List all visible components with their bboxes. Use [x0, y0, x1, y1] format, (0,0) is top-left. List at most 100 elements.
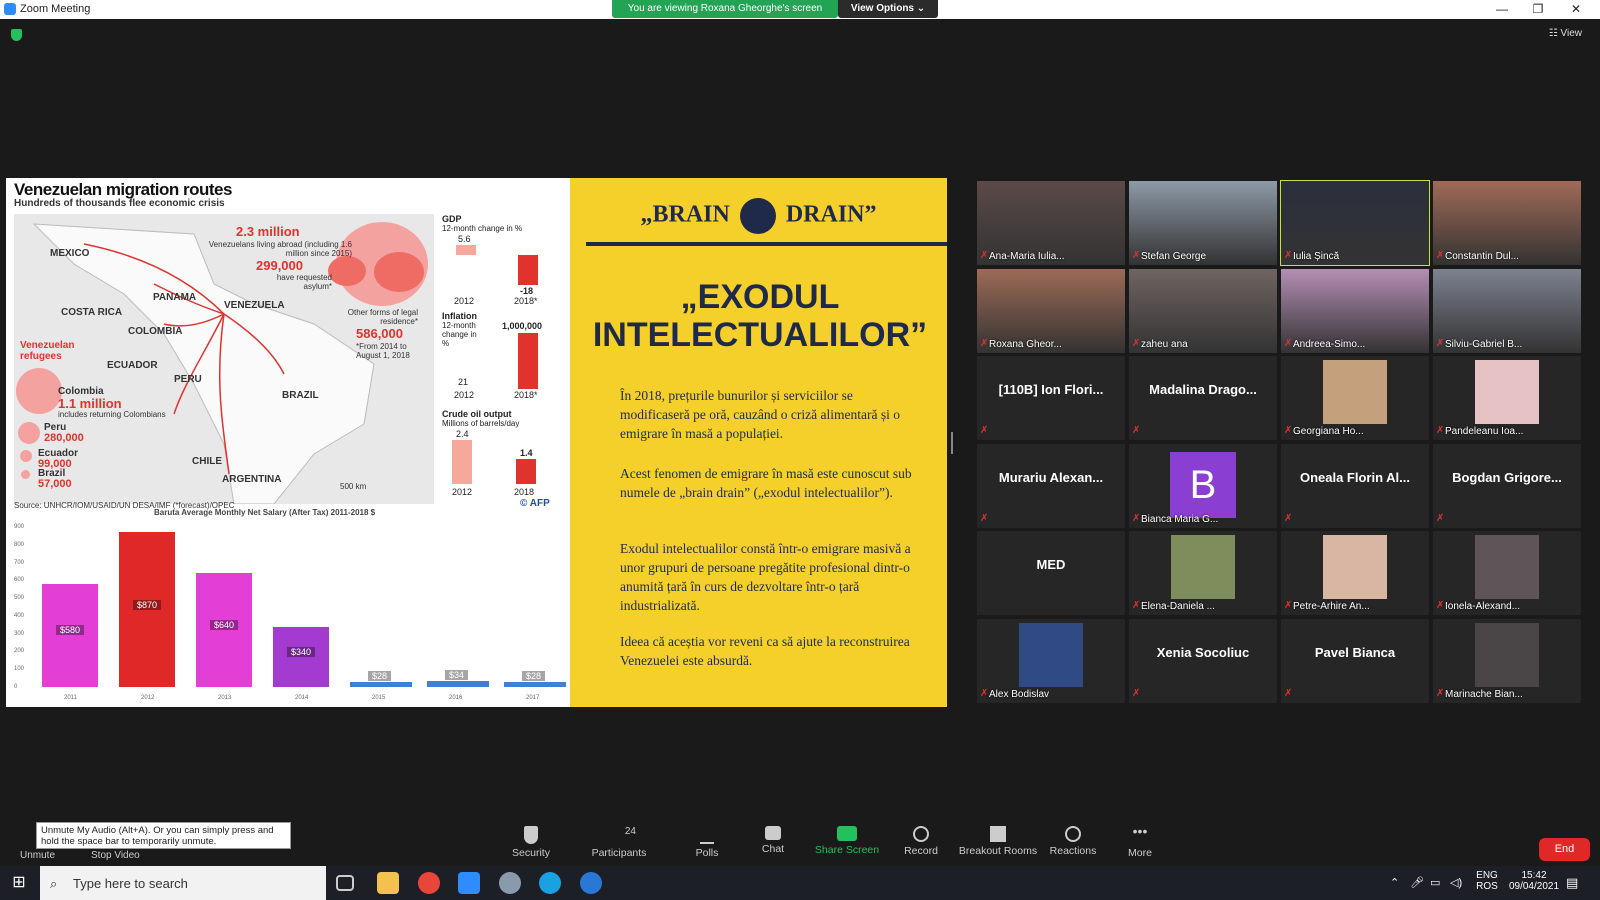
shared-screen: Venezuelan migration routes Hundreds of …: [6, 178, 947, 707]
chat-button[interactable]: Chat: [733, 826, 813, 855]
stat-total-note: Venezuelans living abroad (including 1.6…: [208, 240, 352, 258]
participant-tile[interactable]: Ana-Maria Iulia... ✗: [977, 181, 1125, 265]
restore-button[interactable]: ❐: [1520, 0, 1556, 19]
close-button[interactable]: ✕: [1558, 0, 1594, 19]
tray-expand-icon[interactable]: ⌃: [1390, 876, 1399, 889]
app-icon[interactable]: [499, 872, 521, 894]
windows-taskbar: ⊞ ⌕ Type here to search ⌃ 🎤︎ ▭ ◁) ENG RO…: [0, 866, 1600, 900]
zoom-taskbar-icon[interactable]: [458, 872, 480, 894]
view-button[interactable]: ☷ View: [1549, 28, 1582, 39]
participant-avatar: B: [1170, 451, 1236, 518]
internet-explorer-icon[interactable]: [580, 872, 602, 894]
file-explorer-icon[interactable]: [377, 872, 399, 894]
unmute-button[interactable]: Unmute: [20, 850, 55, 861]
stop-video-button[interactable]: Stop Video: [91, 850, 140, 861]
muted-mic-icon: ✗: [980, 512, 989, 524]
participant-tile[interactable]: Bogdan Grigore... ✗: [1433, 443, 1581, 528]
salary-y-tick: 700: [14, 559, 25, 566]
security-button[interactable]: Security: [491, 826, 571, 859]
bubble-brazil: [21, 470, 30, 479]
end-meeting-button[interactable]: End: [1539, 838, 1590, 861]
lang-2: ROS: [1476, 881, 1498, 892]
participant-tile[interactable]: [110B] Ion Flori... ✗: [977, 356, 1125, 440]
participant-tile[interactable]: Iulia Șincă ✗: [1280, 180, 1430, 266]
record-button[interactable]: Record: [881, 826, 961, 857]
salary-y-tick: 500: [14, 595, 25, 602]
microphone-icon[interactable]: 🎤︎: [1410, 876, 1424, 889]
bar-chart-icon: [700, 826, 714, 844]
participant-tile[interactable]: zaheu ana ✗: [1129, 268, 1277, 353]
infographic-pane: Venezuelan migration routes Hundreds of …: [6, 178, 643, 707]
muted-mic-icon: ✗: [1284, 425, 1293, 436]
salary-bar-label: $870: [133, 599, 162, 610]
participant-tile[interactable]: Petre-Arhire An... ✗: [1281, 531, 1429, 615]
oil-2012-bar: [452, 440, 472, 484]
breakout-rooms-button[interactable]: Breakout Rooms: [958, 826, 1038, 857]
exodus-heading-line2: INTELECTUALILOR”: [592, 316, 928, 354]
task-view-icon[interactable]: [336, 875, 354, 891]
muted-mic-icon: ✗: [1132, 600, 1141, 611]
participant-tile[interactable]: Madalina Drago... ✗: [1129, 356, 1277, 440]
view-options-button[interactable]: View Options ⌄: [838, 0, 938, 18]
participant-photo: [1323, 535, 1387, 599]
participant-tile[interactable]: Silviu-Gabriel B... ✗: [1433, 268, 1581, 353]
smiley-icon: [1065, 826, 1081, 842]
participant-tile[interactable]: Ionela-Alexand... ✗: [1433, 531, 1581, 615]
participant-name: Pavel Bianca: [1314, 644, 1396, 660]
participant-tile[interactable]: B Bianca Maria G... ✗: [1129, 443, 1277, 528]
participant-tile[interactable]: Stefan George ✗: [1129, 181, 1277, 265]
participant-tile[interactable]: MED: [977, 531, 1125, 615]
encryption-shield-icon[interactable]: [11, 29, 22, 41]
gdp-title: GDP: [442, 214, 462, 224]
zoom-app-icon: [4, 3, 16, 15]
salary-x-tick: 2014: [295, 695, 309, 701]
salary-y-tick: 400: [14, 612, 25, 619]
paragraph-1: În 2018, prețurile bunurilor și servicii…: [620, 388, 900, 441]
volume-icon[interactable]: ◁): [1450, 876, 1462, 889]
language-indicator[interactable]: ENG ROS: [1472, 870, 1502, 892]
participant-tile[interactable]: Pavel Bianca ✗: [1281, 618, 1429, 703]
split-resize-handle[interactable]: [951, 432, 953, 454]
participant-tile[interactable]: Andreea-Simo... ✗: [1281, 268, 1429, 353]
map-label-costa-rica: COSTA RICA: [61, 307, 123, 318]
participants-button[interactable]: 24 Participants: [579, 826, 659, 859]
map-label-venezuela: VENEZUELA: [224, 300, 285, 311]
grid-icon: [990, 826, 1006, 842]
participant-tile[interactable]: Constantin Dul... ✗: [1433, 181, 1581, 265]
salary-bar-label: $580: [56, 625, 85, 636]
notifications-icon[interactable]: ▤: [1566, 875, 1578, 891]
participant-name: Oneala Florin Al...: [1299, 469, 1411, 485]
chrome-icon[interactable]: [418, 872, 440, 894]
minimize-button[interactable]: —: [1484, 0, 1520, 19]
participant-tile[interactable]: Oneala Florin Al... ✗: [1281, 443, 1429, 528]
edge-icon[interactable]: [539, 872, 561, 894]
participant-tile[interactable]: Xenia Socoliuc ✗: [1129, 618, 1277, 703]
windows-start-icon[interactable]: ⊞: [0, 866, 38, 900]
more-button[interactable]: ••• More: [1100, 824, 1180, 859]
salary-x-tick: 2016: [449, 695, 463, 701]
participant-tile[interactable]: Pandeleanu Ioa... ✗: [1433, 356, 1581, 440]
map-label-brazil: BRAZIL: [282, 390, 319, 401]
oil-year-2018: 2018: [514, 487, 535, 497]
clock[interactable]: 15:42 09/04/2021: [1506, 870, 1562, 892]
oil-year-2012: 2012: [452, 487, 473, 497]
clock-date: 09/04/2021: [1508, 881, 1560, 892]
participant-tile[interactable]: Marinache Bian... ✗: [1433, 618, 1581, 703]
participant-tile[interactable]: Elena-Daniela ... ✗: [1129, 531, 1277, 615]
chat-label: Chat: [761, 843, 785, 855]
muted-mic-icon: ✗: [980, 687, 989, 699]
stat-total: 2.3 million: [236, 224, 300, 239]
participant-tile[interactable]: Georgiana Ho... ✗: [1281, 356, 1429, 440]
participant-tile[interactable]: Alex Bodislav ✗: [977, 618, 1125, 703]
network-icon[interactable]: ▭: [1430, 876, 1440, 889]
participant-name: Georgiana Ho...: [1293, 426, 1364, 437]
muted-mic-icon: ✗: [1284, 250, 1293, 261]
share-arrow-icon: [837, 826, 857, 841]
muted-mic-icon: ✗: [1284, 337, 1293, 349]
share-screen-button[interactable]: Share Screen: [807, 826, 887, 856]
participant-photo: [1323, 360, 1387, 424]
participant-tile[interactable]: Murariu Alexan... ✗: [977, 443, 1125, 528]
more-label: More: [1128, 847, 1152, 859]
participant-tile[interactable]: Roxana Gheor... ✗: [977, 268, 1125, 353]
taskbar-search[interactable]: ⌕ Type here to search: [40, 866, 326, 900]
